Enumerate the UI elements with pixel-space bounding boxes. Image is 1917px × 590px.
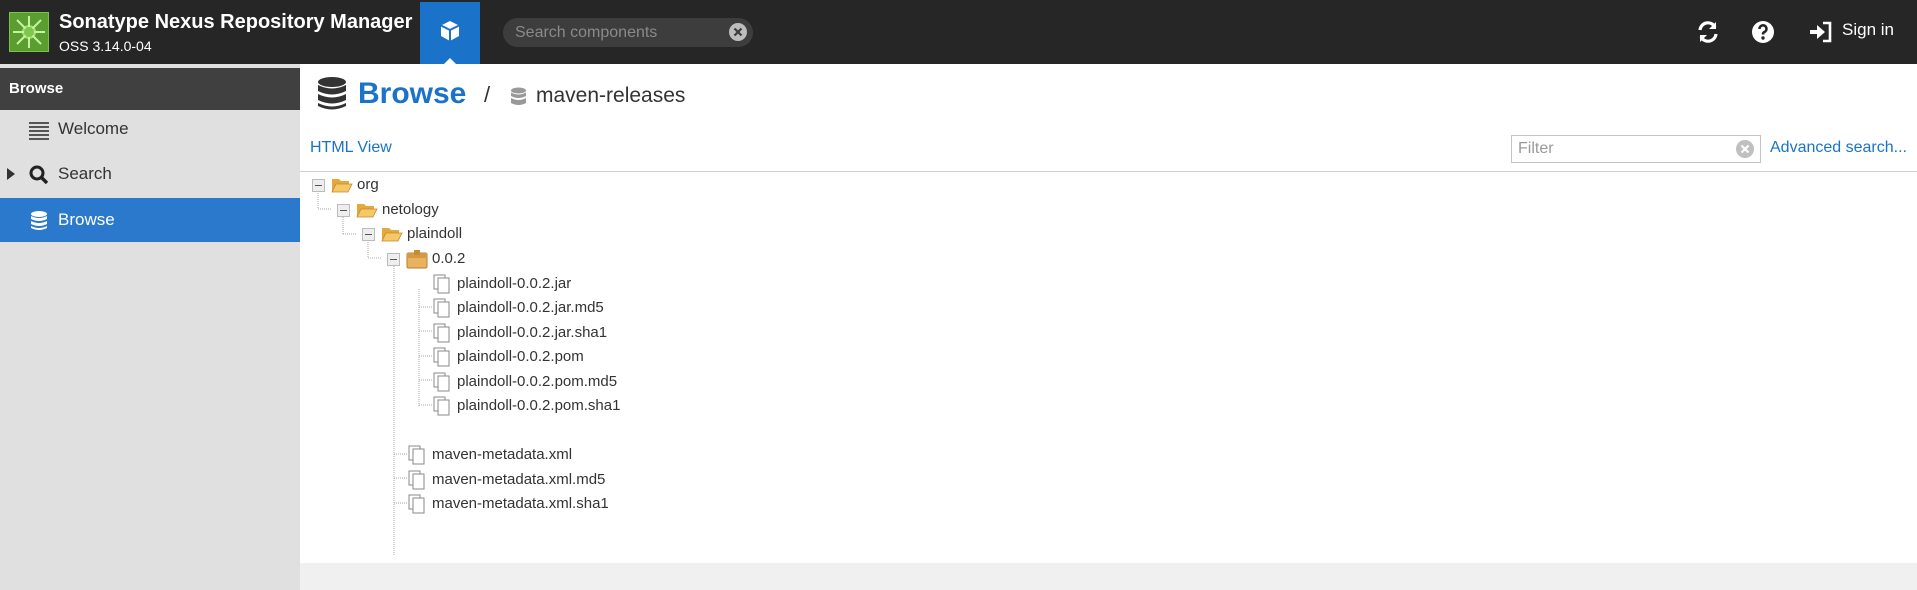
tree-node-file[interactable]: plaindoll-0.0.2.jar.sha1: [432, 323, 632, 345]
advanced-search-link[interactable]: Advanced search...: [1770, 139, 1907, 157]
sidebar-item-search[interactable]: Search: [0, 152, 300, 196]
tree-node-netology[interactable]: netology: [337, 200, 477, 222]
file-icon: [408, 494, 425, 514]
file-icon: [433, 298, 450, 318]
tree-node-file[interactable]: plaindoll-0.0.2.jar: [432, 274, 632, 296]
app-title: Sonatype Nexus Repository Manager: [59, 11, 413, 33]
clear-search-icon[interactable]: [729, 23, 747, 41]
tree-node-file[interactable]: plaindoll-0.0.2.pom.md5: [432, 372, 632, 394]
tree-node-file[interactable]: maven-metadata.xml.sha1: [407, 494, 609, 516]
component-tree: org netology plaindoll 0.0.2 plaindoll-0…: [300, 172, 1917, 563]
tree-node-label: plaindoll: [407, 225, 463, 242]
app-version: OSS 3.14.0-04: [59, 38, 152, 54]
tree-node-file[interactable]: plaindoll-0.0.2.jar.md5: [432, 298, 632, 320]
breadcrumb-repo: maven-releases: [536, 84, 686, 107]
tree-node-label: plaindoll-0.0.2.jar.md5: [457, 299, 604, 316]
collapse-icon[interactable]: [312, 179, 325, 192]
repository-icon: [511, 87, 526, 105]
help-icon[interactable]: [1749, 18, 1777, 46]
tree-node-label: plaindoll-0.0.2.pom.sha1: [457, 397, 621, 414]
sign-in-icon: [1810, 21, 1832, 43]
package-icon: [406, 250, 428, 269]
breadcrumb-separator: /: [484, 82, 491, 107]
sign-in-label: Sign in: [1842, 20, 1894, 39]
search-icon: [29, 165, 49, 185]
database-icon: [31, 211, 47, 230]
tree-node-label: plaindoll-0.0.2.jar: [457, 275, 572, 292]
sidebar-item-label: Welcome: [58, 119, 129, 138]
tree-node-file[interactable]: plaindoll-0.0.2.pom: [432, 347, 632, 369]
tree-node-label: plaindoll-0.0.2.jar.sha1: [457, 324, 608, 341]
sidebar-item-welcome[interactable]: Welcome: [0, 107, 300, 151]
collapse-icon[interactable]: [387, 253, 400, 266]
file-icon: [433, 323, 450, 343]
sidebar-item-label: Browse: [58, 210, 115, 229]
file-icon: [433, 274, 450, 294]
database-icon: [318, 77, 346, 110]
sidebar: Browse Welcome Search Browse: [0, 64, 300, 590]
page-title[interactable]: Browse: [358, 77, 466, 111]
nexus-logo-icon: [9, 12, 49, 52]
tree-node-org[interactable]: org: [312, 175, 432, 197]
folder-open-icon: [331, 179, 353, 193]
collapse-icon[interactable]: [362, 228, 375, 241]
cube-icon: [440, 21, 460, 41]
refresh-icon[interactable]: [1694, 18, 1722, 46]
tree-node-file[interactable]: maven-metadata.xml.md5: [407, 470, 607, 492]
expand-arrow-icon[interactable]: [7, 168, 16, 180]
folder-open-icon: [381, 228, 403, 242]
tree-node-label: org: [357, 176, 379, 193]
tree-node-label: maven-metadata.xml: [432, 446, 573, 463]
tree-node-plaindoll[interactable]: plaindoll: [362, 224, 502, 246]
browse-mode-button[interactable]: [420, 2, 480, 64]
collapse-icon[interactable]: [337, 204, 350, 217]
tree-node-label: maven-metadata.xml.sha1: [432, 495, 609, 512]
file-icon: [433, 347, 450, 367]
file-icon: [433, 396, 450, 416]
tree-node-label: plaindoll-0.0.2.pom.md5: [457, 373, 618, 390]
main-panel: Browse / maven-releases HTML View Advanc…: [300, 64, 1917, 563]
tree-node-label: 0.0.2: [432, 250, 466, 267]
tree-node-label: netology: [382, 201, 439, 218]
file-icon: [408, 470, 425, 490]
search-components: [503, 18, 753, 47]
sign-in-button[interactable]: Sign in: [1808, 18, 1900, 46]
tree-node-label: plaindoll-0.0.2.pom: [457, 348, 584, 365]
file-icon: [433, 372, 450, 392]
filter-input[interactable]: [1518, 139, 1728, 159]
clear-filter-icon[interactable]: [1736, 140, 1754, 158]
sidebar-item-browse[interactable]: Browse: [0, 198, 300, 242]
top-bar: Sonatype Nexus Repository Manager OSS 3.…: [0, 0, 1917, 64]
sidebar-item-label: Search: [58, 164, 112, 183]
folder-open-icon: [356, 204, 378, 218]
tree-node-label: maven-metadata.xml.md5: [432, 471, 606, 488]
tree-node-file[interactable]: plaindoll-0.0.2.pom.sha1: [432, 396, 632, 418]
footer-area: [300, 563, 1917, 590]
list-icon: [29, 122, 49, 140]
filter-box: [1511, 135, 1761, 163]
file-icon: [408, 445, 425, 465]
tree-node-file[interactable]: maven-metadata.xml: [407, 445, 607, 467]
tree-node-version[interactable]: 0.0.2: [387, 249, 507, 271]
html-view-link[interactable]: HTML View: [310, 139, 392, 157]
sidebar-header: Browse: [0, 68, 300, 110]
search-input[interactable]: [515, 23, 725, 43]
